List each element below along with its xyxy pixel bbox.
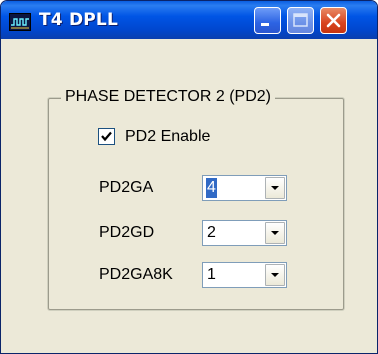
waveform-icon[interactable]	[9, 13, 31, 31]
pd2ga8k-label: PD2GA8K	[99, 266, 173, 283]
pd2-enable-checkbox[interactable]	[98, 128, 115, 145]
chevron-down-icon	[271, 273, 279, 277]
pd2gd-select[interactable]: 2	[202, 220, 287, 246]
checkmark-icon	[101, 131, 112, 142]
maximize-icon	[293, 13, 308, 27]
pd2gd-value: 2	[207, 224, 216, 241]
minimize-icon	[261, 23, 269, 26]
pd2ga-label: PD2GA	[99, 179, 154, 196]
window-title: T4 DPLL	[39, 10, 118, 30]
chevron-down-icon	[271, 231, 279, 235]
pd2ga-dropdown-button[interactable]	[265, 177, 285, 199]
minimize-button[interactable]	[254, 7, 281, 34]
pd2ga8k-select[interactable]: 1	[202, 262, 287, 288]
pd2ga8k-dropdown-button[interactable]	[265, 264, 285, 286]
pd2-enable-label[interactable]: PD2 Enable	[125, 127, 210, 147]
close-icon	[326, 13, 341, 28]
close-button[interactable]	[320, 7, 347, 34]
pd2ga-select[interactable]: 4	[202, 175, 287, 201]
pd2ga-value: 4	[206, 178, 217, 198]
title-bar[interactable]: T4 DPLL	[1, 1, 377, 39]
pd2gd-dropdown-button[interactable]	[265, 222, 285, 244]
pd2ga8k-value: 1	[207, 266, 216, 283]
maximize-button[interactable]	[287, 7, 314, 34]
dialog-window: T4 DPLL PHASE DETECTOR 2 (PD2) PD2 Enabl…	[0, 0, 378, 354]
pd2gd-label: PD2GD	[99, 224, 155, 241]
chevron-down-icon	[271, 186, 279, 190]
groupbox-legend: PHASE DETECTOR 2 (PD2)	[61, 87, 275, 107]
